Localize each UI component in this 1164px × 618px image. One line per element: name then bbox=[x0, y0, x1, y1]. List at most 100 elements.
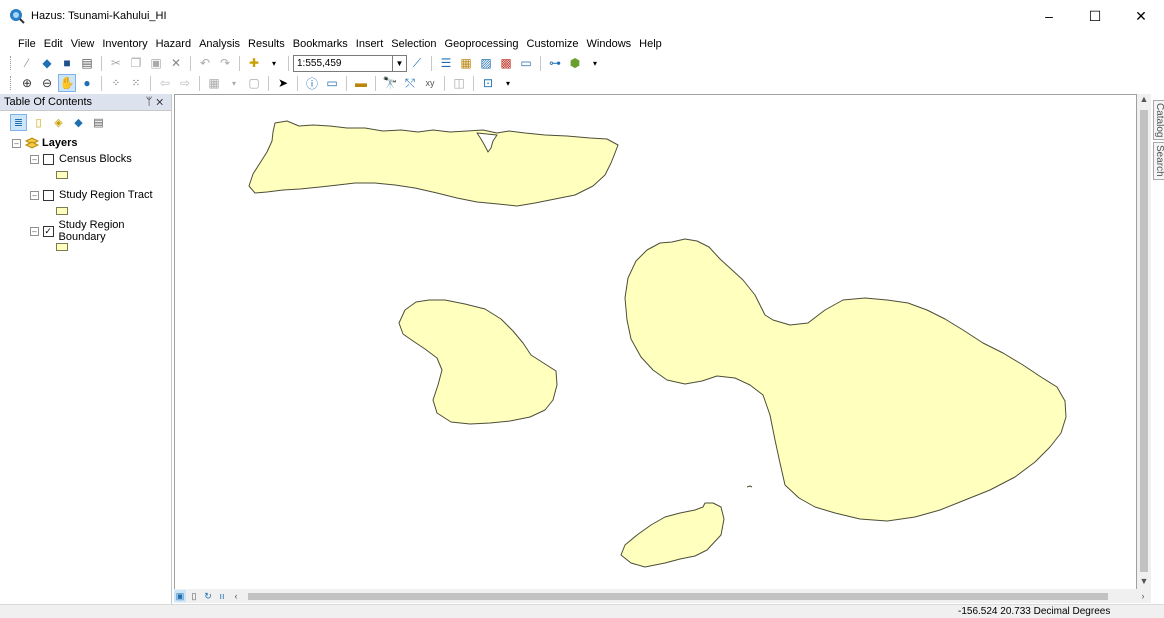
minimize-button[interactable]: – bbox=[1026, 0, 1072, 32]
cut-icon[interactable]: ✂ bbox=[107, 54, 125, 72]
maximize-button[interactable]: ☐ bbox=[1072, 0, 1118, 32]
polygon-symbol-swatch[interactable] bbox=[56, 171, 68, 179]
polygon-symbol-swatch[interactable] bbox=[56, 207, 68, 215]
scroll-up-icon[interactable]: ▲ bbox=[1137, 94, 1151, 108]
menu-geoprocessing[interactable]: Geoprocessing bbox=[441, 35, 523, 53]
catalog-tab-label[interactable]: Catalog bbox=[1154, 103, 1164, 137]
polygon-symbol-swatch[interactable] bbox=[56, 243, 68, 251]
print-icon[interactable]: ▤ bbox=[78, 54, 96, 72]
layers-root[interactable]: – Layers bbox=[0, 135, 171, 151]
menu-selection[interactable]: Selection bbox=[387, 35, 440, 53]
menu-hazard[interactable]: Hazard bbox=[152, 35, 195, 53]
redo-icon[interactable]: ↷ bbox=[216, 54, 234, 72]
pause-drawing-icon[interactable]: ıı bbox=[216, 590, 228, 602]
close-button[interactable]: ✕ bbox=[1118, 0, 1164, 32]
menu-windows[interactable]: Windows bbox=[583, 35, 636, 53]
scroll-left-icon[interactable]: ‹ bbox=[230, 590, 242, 602]
menu-bookmarks[interactable]: Bookmarks bbox=[289, 35, 352, 53]
toolbar-grip[interactable] bbox=[10, 56, 13, 70]
select-elements-icon[interactable]: ➤ bbox=[274, 74, 292, 92]
layer-name[interactable]: Study Region Tract bbox=[59, 189, 153, 201]
menu-inventory[interactable]: Inventory bbox=[98, 35, 151, 53]
toc-close-icon[interactable]: ✕ bbox=[156, 96, 167, 108]
catalog-window-icon[interactable]: ▦ bbox=[457, 54, 475, 72]
map-scale-input[interactable]: 1:555,459 bbox=[293, 54, 393, 72]
list-by-selection-icon[interactable]: ◆ bbox=[70, 114, 87, 131]
toolbar-grip[interactable] bbox=[10, 76, 13, 90]
copy-icon[interactable]: ❐ bbox=[127, 54, 145, 72]
new-map-icon[interactable]: ⁄ bbox=[18, 54, 36, 72]
fixed-zoom-out-icon[interactable]: ⁙ bbox=[127, 74, 145, 92]
list-by-source-icon[interactable]: ▯ bbox=[30, 114, 47, 131]
time-slider-icon[interactable]: ◫ bbox=[450, 74, 468, 92]
zoom-out-icon[interactable]: ⊖ bbox=[38, 74, 56, 92]
map-vertical-scrollbar[interactable]: ▲ ▼ bbox=[1137, 94, 1151, 590]
pan-icon[interactable]: ✋ bbox=[58, 74, 76, 92]
find-icon[interactable]: 🔭 bbox=[381, 74, 399, 92]
editor-toolbar-icon[interactable]: ⟋ bbox=[408, 54, 426, 72]
list-by-drawing-order-icon[interactable]: ≣ bbox=[10, 113, 27, 131]
island-lanai[interactable] bbox=[398, 299, 558, 425]
layer-visibility-checkbox-checked[interactable]: ✓ bbox=[42, 225, 54, 237]
html-popup-icon[interactable]: ▭ bbox=[323, 74, 341, 92]
collapse-icon[interactable]: – bbox=[30, 154, 39, 164]
islet-molokini[interactable] bbox=[746, 485, 753, 488]
refresh-view-icon[interactable]: ↻ bbox=[202, 590, 214, 602]
scale-dropdown-icon[interactable]: ▼ bbox=[393, 54, 407, 72]
select-dropdown-icon[interactable]: ▾ bbox=[225, 74, 243, 92]
menu-edit[interactable]: Edit bbox=[40, 35, 67, 53]
measure-icon[interactable]: ▬ bbox=[352, 74, 370, 92]
toc-options-icon[interactable]: ▤ bbox=[90, 114, 107, 131]
menu-insert[interactable]: Insert bbox=[352, 35, 388, 53]
map-horizontal-scrollbar[interactable] bbox=[244, 590, 1137, 602]
undo-icon[interactable]: ↶ bbox=[196, 54, 214, 72]
layer-row-study-region-boundary[interactable]: – ✓ Study Region Boundary bbox=[0, 219, 171, 243]
delete-icon[interactable]: ✕ bbox=[167, 54, 185, 72]
menu-customize[interactable]: Customize bbox=[523, 35, 583, 53]
menu-analysis[interactable]: Analysis bbox=[195, 35, 244, 53]
paste-icon[interactable]: ▣ bbox=[147, 54, 165, 72]
menu-view[interactable]: View bbox=[67, 35, 99, 53]
zoom-in-icon[interactable]: ⊕ bbox=[18, 74, 36, 92]
layer-visibility-checkbox[interactable] bbox=[43, 153, 54, 165]
layer-row-census-blocks[interactable]: – Census Blocks bbox=[0, 151, 171, 167]
layer-visibility-checkbox[interactable] bbox=[43, 189, 54, 201]
toolbar-options-icon[interactable]: ▾ bbox=[499, 74, 517, 92]
python-window-icon[interactable]: ▭ bbox=[517, 54, 535, 72]
map-display[interactable] bbox=[174, 94, 1137, 590]
toolbar-options-icon[interactable]: ▾ bbox=[586, 54, 604, 72]
add-data-icon[interactable]: ✚ bbox=[245, 54, 263, 72]
scroll-right-icon[interactable]: › bbox=[1137, 590, 1149, 602]
create-viewer-icon[interactable]: ⊡ bbox=[479, 74, 497, 92]
select-features-icon[interactable]: ▦ bbox=[205, 74, 223, 92]
map-canvas[interactable] bbox=[175, 95, 1137, 590]
layout-view-icon[interactable]: ▯ bbox=[188, 590, 200, 602]
pin-icon[interactable]: ᛘ bbox=[146, 96, 157, 108]
search-tab[interactable]: Search bbox=[1153, 142, 1164, 181]
island-molokai[interactable] bbox=[248, 120, 619, 207]
back-extent-icon[interactable]: ⇦ bbox=[156, 74, 174, 92]
layer-name[interactable]: Census Blocks bbox=[59, 153, 132, 165]
island-maui[interactable] bbox=[624, 238, 1067, 522]
scroll-down-icon[interactable]: ▼ bbox=[1137, 576, 1151, 590]
data-view-icon[interactable]: ▣ bbox=[174, 590, 186, 602]
open-icon[interactable]: ◆ bbox=[38, 54, 56, 72]
collapse-icon[interactable]: – bbox=[12, 138, 21, 148]
find-route-icon[interactable]: ⤲ bbox=[401, 74, 419, 92]
fixed-zoom-in-icon[interactable]: ⁘ bbox=[107, 74, 125, 92]
vertical-scroll-thumb[interactable] bbox=[1140, 110, 1148, 572]
menu-file[interactable]: File bbox=[14, 35, 40, 53]
go-to-xy-icon[interactable]: xy bbox=[421, 74, 439, 92]
menu-results[interactable]: Results bbox=[244, 35, 289, 53]
catalog-tab[interactable]: Catalog bbox=[1153, 100, 1164, 141]
add-data-dropdown-icon[interactable]: ▾ bbox=[265, 54, 283, 72]
search-tab-label[interactable]: Search bbox=[1154, 145, 1164, 177]
extension-icon[interactable]: ⬢ bbox=[566, 54, 584, 72]
table-of-contents-icon[interactable]: ☰ bbox=[437, 54, 455, 72]
modelbuilder-icon[interactable]: ⊶ bbox=[546, 54, 564, 72]
full-extent-icon[interactable]: ● bbox=[78, 74, 96, 92]
layer-row-study-region-tract[interactable]: – Study Region Tract bbox=[0, 187, 171, 203]
clear-selection-icon[interactable]: ▢ bbox=[245, 74, 263, 92]
collapse-icon[interactable]: – bbox=[30, 190, 39, 200]
search-window-icon[interactable]: ▨ bbox=[477, 54, 495, 72]
